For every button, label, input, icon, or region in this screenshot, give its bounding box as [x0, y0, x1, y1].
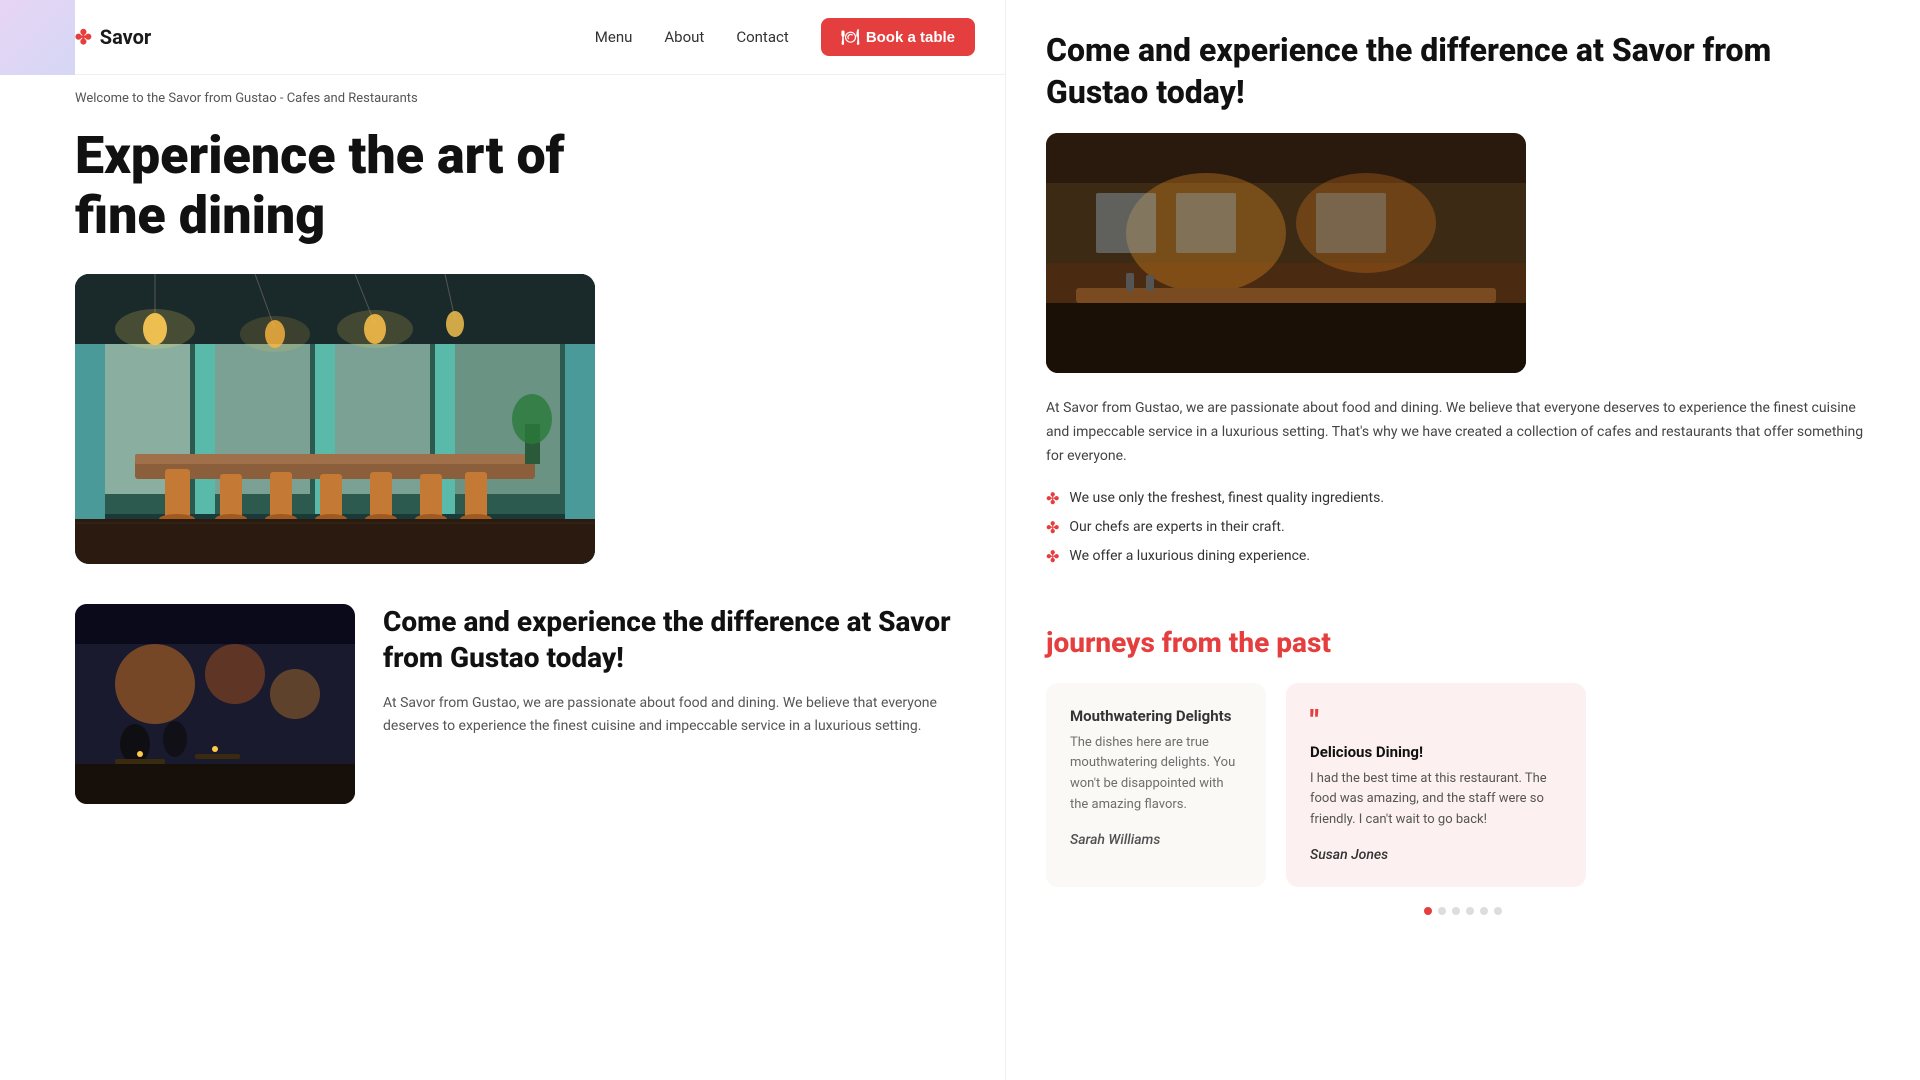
logo-icon: ✤	[75, 25, 92, 49]
bottom-section: Come and experience the difference at Sa…	[75, 564, 975, 804]
navbar: ✤ Savor Menu About Contact 🍽 Book a tabl…	[75, 0, 1005, 75]
hero-title-line2: fine dining	[75, 185, 325, 246]
dot-3[interactable]	[1452, 907, 1460, 915]
testimonial-cards: Mouthwatering Delights The dishes here a…	[1046, 683, 1880, 887]
feature-icon-2: ✤	[1046, 518, 1059, 537]
feature-icon-3: ✤	[1046, 547, 1059, 566]
hero-title: Experience the art of fine dining	[75, 126, 975, 246]
dot-5[interactable]	[1480, 907, 1488, 915]
main-content-area: ✤ Savor Menu About Contact 🍽 Book a tabl…	[75, 0, 1005, 1080]
feature-list: ✤ We use only the freshest, finest quali…	[1046, 489, 1880, 566]
testimonial-text-1: I had the best time at this restaurant. …	[1310, 769, 1562, 831]
testimonial-author-1: Susan Jones	[1310, 847, 1562, 863]
quote-mark-icon: "	[1310, 707, 1562, 735]
restaurant-illustration	[75, 274, 595, 564]
testimonials-title-text: ourneys from the past	[1053, 626, 1330, 659]
main-inner: Welcome to the Savor from Gustao - Cafes…	[75, 75, 1005, 804]
dot-4[interactable]	[1466, 907, 1474, 915]
carousel-dots	[1046, 907, 1880, 915]
feature-text-1: We use only the freshest, finest quality…	[1069, 490, 1384, 506]
right-about-section: Come and experience the difference at Sa…	[1046, 30, 1880, 566]
feature-icon-1: ✤	[1046, 489, 1059, 508]
logo: ✤ Savor	[75, 25, 151, 49]
nav-menu[interactable]: Menu	[595, 28, 633, 46]
section-description: At Savor from Gustao, we are passionate …	[383, 692, 975, 737]
book-icon: 🍽	[841, 28, 860, 46]
section-text: Come and experience the difference at Sa…	[383, 604, 975, 738]
testimonial-title-partial: Mouthwatering Delights	[1070, 707, 1242, 725]
right-description: At Savor from Gustao, we are passionate …	[1046, 397, 1880, 468]
testimonials-title: journeys from the past	[1046, 626, 1880, 659]
restaurant-img-inner	[75, 274, 595, 564]
testimonial-card-1: " Delicious Dining! I had the best time …	[1286, 683, 1586, 887]
dot-2[interactable]	[1438, 907, 1446, 915]
feature-item-3: ✤ We offer a luxurious dining experience…	[1046, 547, 1880, 566]
testimonial-card-partial: Mouthwatering Delights The dishes here a…	[1046, 683, 1266, 887]
brand-name: Savor	[100, 25, 151, 49]
nav-contact[interactable]: Contact	[736, 28, 788, 46]
right-hero-title: Come and experience the difference at Sa…	[1046, 30, 1880, 113]
right-hero-image	[1046, 133, 1526, 373]
feature-text-3: We offer a luxurious dining experience.	[1069, 548, 1310, 564]
testimonial-title-1: Delicious Dining!	[1310, 743, 1562, 761]
nav-about[interactable]: About	[664, 28, 704, 46]
dot-6[interactable]	[1494, 907, 1502, 915]
book-label: Book a table	[866, 29, 955, 46]
section-img-svg	[75, 604, 355, 804]
book-table-button[interactable]: 🍽 Book a table	[821, 18, 975, 56]
testimonial-text-partial: The dishes here are true mouthwatering d…	[1070, 733, 1242, 816]
nav-links: Menu About Contact 🍽 Book a table	[595, 18, 975, 56]
breadcrumb: Welcome to the Savor from Gustao - Cafes…	[75, 75, 975, 126]
dot-1[interactable]	[1424, 907, 1432, 915]
right-img-svg	[1046, 133, 1526, 373]
feature-item-1: ✤ We use only the freshest, finest quali…	[1046, 489, 1880, 508]
section-title: Come and experience the difference at Sa…	[383, 604, 975, 677]
testimonials-section: journeys from the past Mouthwatering Del…	[1046, 626, 1880, 915]
feature-text-2: Our chefs are experts in their craft.	[1069, 519, 1284, 535]
section-restaurant-image	[75, 604, 355, 804]
hero-title-line1: Experience the art of	[75, 125, 565, 186]
feature-item-2: ✤ Our chefs are experts in their craft.	[1046, 518, 1880, 537]
right-panel: Come and experience the difference at Sa…	[1005, 0, 1920, 1080]
testimonial-author-partial: Sarah Williams	[1070, 832, 1242, 848]
restaurant-hero-image	[75, 274, 595, 564]
